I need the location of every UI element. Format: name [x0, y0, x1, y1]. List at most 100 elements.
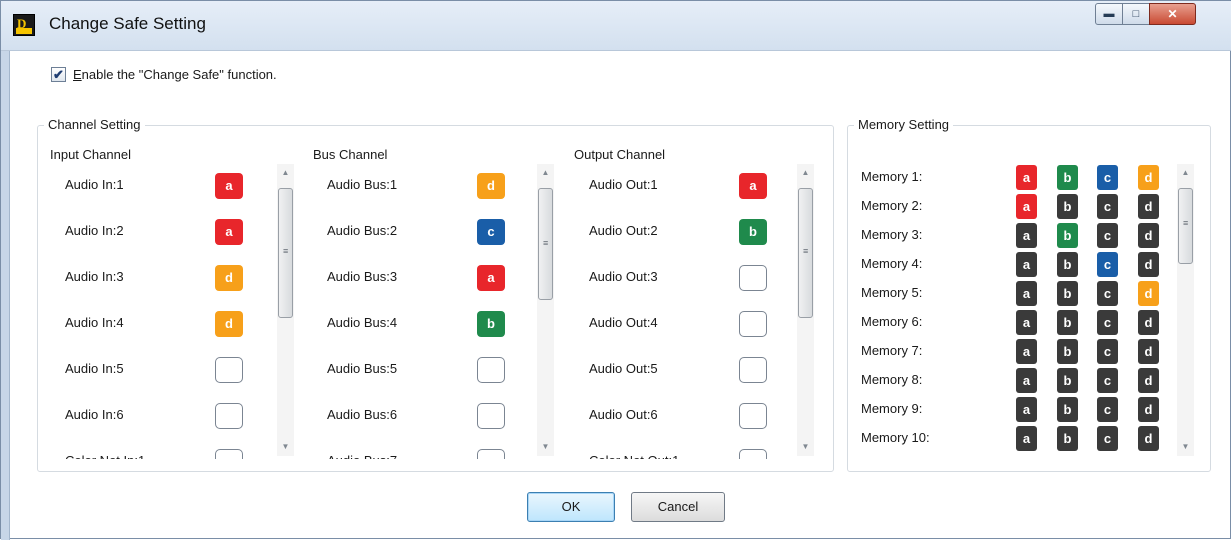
channel-row[interactable]: Audio In:1 a [65, 163, 265, 209]
change-safe-chip-empty[interactable] [739, 357, 767, 383]
memory-chip-b[interactable]: b [1057, 281, 1078, 306]
channel-row[interactable]: Audio In:2 a [65, 209, 265, 255]
memory-chip-d[interactable]: d [1138, 426, 1159, 451]
change-safe-chip-empty[interactable] [739, 311, 767, 337]
title-bar[interactable]: D Change Safe Setting ▬ □ ✕ [1, 1, 1231, 51]
channel-row[interactable]: Audio Out:4 [589, 301, 789, 347]
memory-chip-c[interactable]: c [1097, 397, 1118, 422]
scroll-down-arrow-icon[interactable]: ▼ [537, 440, 554, 454]
memory-chip-c[interactable]: c [1097, 194, 1118, 219]
memory-chip-c[interactable]: c [1097, 310, 1118, 335]
memory-chip-a[interactable]: a [1016, 368, 1037, 393]
memory-chip-d[interactable]: d [1138, 252, 1159, 277]
scroll-thumb[interactable]: ≡ [1178, 188, 1193, 264]
change-safe-chip-empty[interactable] [215, 357, 243, 383]
memory-chip-c[interactable]: c [1097, 368, 1118, 393]
channel-row[interactable]: Color Net Out:1 [589, 439, 789, 459]
change-safe-chip-empty[interactable] [739, 265, 767, 291]
maximize-button[interactable]: □ [1122, 3, 1150, 25]
memory-chip-d[interactable]: d [1138, 194, 1159, 219]
channel-row[interactable]: Audio Bus:1 d [327, 163, 527, 209]
change-safe-chip-a[interactable]: a [477, 265, 505, 291]
memory-chip-c[interactable]: c [1097, 223, 1118, 248]
change-safe-chip-a[interactable]: a [215, 219, 243, 245]
scroll-up-arrow-icon[interactable]: ▲ [537, 166, 554, 180]
channel-row[interactable]: Audio Bus:3 a [327, 255, 527, 301]
memory-chip-b[interactable]: b [1057, 368, 1078, 393]
memory-chip-d[interactable]: d [1138, 339, 1159, 364]
scroll-up-arrow-icon[interactable]: ▲ [797, 166, 814, 180]
memory-chip-a[interactable]: a [1016, 339, 1037, 364]
memory-chip-c[interactable]: c [1097, 252, 1118, 277]
scroll-thumb[interactable]: ≡ [538, 188, 553, 300]
change-safe-chip-empty[interactable] [215, 449, 243, 459]
cancel-button[interactable]: Cancel [631, 492, 725, 522]
change-safe-chip-c[interactable]: c [477, 219, 505, 245]
change-safe-chip-empty[interactable] [215, 403, 243, 429]
memory-chip-a[interactable]: a [1016, 165, 1037, 190]
memory-chip-b[interactable]: b [1057, 223, 1078, 248]
channel-row[interactable]: Audio Out:5 [589, 347, 789, 393]
channel-row[interactable]: Color Net In:1 [65, 439, 265, 459]
enable-change-safe-checkbox[interactable]: ✔ [51, 67, 66, 82]
change-safe-chip-b[interactable]: b [477, 311, 505, 337]
minimize-button[interactable]: ▬ [1095, 3, 1123, 25]
channel-row[interactable]: Audio Out:2 b [589, 209, 789, 255]
memory-chip-d[interactable]: d [1138, 223, 1159, 248]
channel-row[interactable]: Audio Bus:4 b [327, 301, 527, 347]
channel-row[interactable]: Audio Bus:6 [327, 393, 527, 439]
enable-change-safe-label[interactable]: Enable the "Change Safe" function. [73, 67, 277, 82]
close-button[interactable]: ✕ [1149, 3, 1196, 25]
change-safe-chip-d[interactable]: d [215, 265, 243, 291]
memory-chip-b[interactable]: b [1057, 165, 1078, 190]
memory-chip-a[interactable]: a [1016, 310, 1037, 335]
channel-row[interactable]: Audio In:5 [65, 347, 265, 393]
memory-chip-a[interactable]: a [1016, 281, 1037, 306]
change-safe-chip-d[interactable]: d [215, 311, 243, 337]
channel-row[interactable]: Audio In:3 d [65, 255, 265, 301]
memory-chip-d[interactable]: d [1138, 165, 1159, 190]
output-channel-scrollbar[interactable]: ▲ ≡ ▼ [797, 164, 814, 456]
change-safe-chip-empty[interactable] [477, 403, 505, 429]
change-safe-chip-empty[interactable] [739, 449, 767, 459]
bus-channel-scrollbar[interactable]: ▲ ≡ ▼ [537, 164, 554, 456]
change-safe-chip-empty[interactable] [477, 449, 505, 459]
memory-chip-b[interactable]: b [1057, 339, 1078, 364]
memory-chip-a[interactable]: a [1016, 252, 1037, 277]
input-channel-scrollbar[interactable]: ▲ ≡ ▼ [277, 164, 294, 456]
change-safe-chip-a[interactable]: a [739, 173, 767, 199]
channel-row[interactable]: Audio In:6 [65, 393, 265, 439]
ok-button[interactable]: OK [527, 492, 615, 522]
change-safe-chip-b[interactable]: b [739, 219, 767, 245]
change-safe-chip-empty[interactable] [739, 403, 767, 429]
memory-chip-a[interactable]: a [1016, 194, 1037, 219]
memory-chip-d[interactable]: d [1138, 310, 1159, 335]
scroll-up-arrow-icon[interactable]: ▲ [277, 166, 294, 180]
memory-chip-d[interactable]: d [1138, 368, 1159, 393]
memory-chip-b[interactable]: b [1057, 426, 1078, 451]
scroll-down-arrow-icon[interactable]: ▼ [797, 440, 814, 454]
memory-chip-c[interactable]: c [1097, 281, 1118, 306]
scroll-up-arrow-icon[interactable]: ▲ [1177, 166, 1194, 180]
memory-chip-b[interactable]: b [1057, 252, 1078, 277]
channel-row[interactable]: Audio Bus:5 [327, 347, 527, 393]
memory-chip-c[interactable]: c [1097, 339, 1118, 364]
channel-row[interactable]: Audio Out:6 [589, 393, 789, 439]
channel-row[interactable]: Audio Bus:7 [327, 439, 527, 459]
memory-chip-b[interactable]: b [1057, 397, 1078, 422]
channel-row[interactable]: Audio Out:3 [589, 255, 789, 301]
memory-chip-a[interactable]: a [1016, 397, 1037, 422]
change-safe-chip-a[interactable]: a [215, 173, 243, 199]
change-safe-chip-empty[interactable] [477, 357, 505, 383]
change-safe-chip-d[interactable]: d [477, 173, 505, 199]
scroll-down-arrow-icon[interactable]: ▼ [1177, 440, 1194, 454]
memory-chip-a[interactable]: a [1016, 426, 1037, 451]
channel-row[interactable]: Audio Bus:2 c [327, 209, 527, 255]
channel-row[interactable]: Audio In:4 d [65, 301, 265, 347]
scroll-thumb[interactable]: ≡ [278, 188, 293, 318]
memory-chip-d[interactable]: d [1138, 397, 1159, 422]
memory-chip-c[interactable]: c [1097, 165, 1118, 190]
memory-chip-b[interactable]: b [1057, 194, 1078, 219]
memory-chip-a[interactable]: a [1016, 223, 1037, 248]
memory-scrollbar[interactable]: ▲ ≡ ▼ [1177, 164, 1194, 456]
